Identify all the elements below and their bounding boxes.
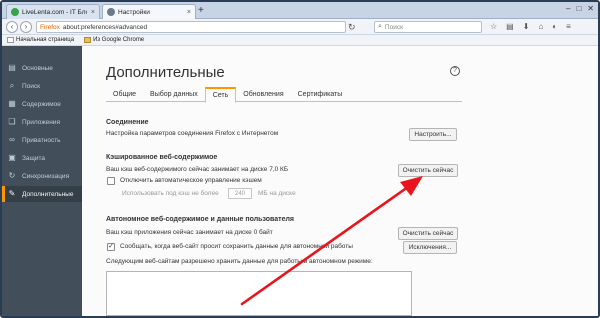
page-icon	[7, 37, 14, 43]
search-placeholder: Поиск	[384, 23, 403, 31]
advanced-icon: ✎	[8, 189, 16, 198]
tab-certificates[interactable]: Сертификаты	[291, 87, 350, 102]
toolbar-icons: ☆ ▤ ⬇ ⌂ ◐ ≡	[490, 22, 571, 31]
reading-list-icon[interactable]: ▤	[506, 22, 514, 31]
preferences-sidebar: ▤ Основные ⌕ Поиск ▦ Содержимое ❏ Прилож…	[2, 46, 82, 316]
download-icon[interactable]: ⬇	[523, 22, 530, 31]
bookmarks-toolbar: Начальная страница Из Google Chrome	[2, 35, 598, 46]
close-tab-icon[interactable]: ×	[87, 9, 95, 16]
back-icon[interactable]: ‹	[6, 21, 18, 33]
tab-label: Настройки	[118, 8, 150, 16]
sidebar-item-label: Содержимое	[22, 100, 61, 108]
close-tab-icon[interactable]: ×	[183, 9, 191, 16]
tab-general[interactable]: Общие	[106, 87, 143, 102]
home-icon[interactable]: ⌂	[538, 22, 543, 31]
sidebar-item-label: Приложения	[22, 118, 61, 126]
cache-limit-unit: МБ на диске	[258, 190, 296, 197]
sidebar-item-privacy[interactable]: ∞ Приватность	[2, 132, 82, 148]
minimize-icon[interactable]: –	[566, 4, 570, 13]
site-favicon-icon	[11, 8, 19, 16]
tab-network[interactable]: Сеть	[204, 87, 237, 103]
bookmark-from-chrome[interactable]: Из Google Chrome	[84, 37, 144, 43]
firefox-brand-label: Firefox	[40, 23, 60, 31]
sidebar-item-content[interactable]: ▦ Содержимое	[2, 96, 82, 112]
pocket-icon[interactable]: ◐	[552, 22, 557, 31]
offline-sites-list[interactable]	[106, 271, 412, 316]
sidebar-item-search[interactable]: ⌕ Поиск	[2, 78, 82, 94]
navigation-bar: ‹ › Firefox about:preferences#advanced ↻…	[2, 19, 598, 35]
override-cache-checkbox[interactable]	[107, 177, 115, 185]
gear-icon	[107, 8, 115, 16]
tab-label: LiveLenta.com - IT Блог о...	[22, 8, 87, 16]
star-icon[interactable]: ☆	[490, 22, 497, 31]
tab-strip: LiveLenta.com - IT Блог о... × Настройки…	[2, 2, 598, 19]
cache-limit-label: Использовать под кэш не более	[122, 190, 219, 197]
advanced-tabs: Общие Выбор данных Сеть Обновления Серти…	[106, 87, 462, 103]
search-icon: ⌕	[9, 81, 15, 90]
notify-offline-checkbox[interactable]: ✓	[107, 243, 115, 251]
clear-cache-button[interactable]: Очистить сейчас	[398, 164, 458, 177]
notify-offline-label: Сообщать, когда веб-сайт просит сохранит…	[120, 243, 353, 250]
tab-data-choices[interactable]: Выбор данных	[143, 87, 205, 102]
general-icon: ▤	[8, 63, 16, 72]
sidebar-item-applications[interactable]: ❏ Приложения	[2, 114, 82, 130]
connection-description: Настройка параметров соединения Firefox …	[106, 130, 279, 137]
override-cache-label: Отключить автоматическое управление кэше…	[120, 177, 262, 184]
connection-heading: Соединение	[106, 119, 149, 126]
maximize-icon[interactable]: □	[576, 4, 581, 13]
privacy-mask-icon: ∞	[9, 135, 15, 144]
bookmark-label: Начальная страница	[16, 37, 75, 43]
tab-livelenta[interactable]: LiveLenta.com - IT Блог о... ×	[6, 4, 100, 19]
offline-heading: Автономное веб-содержимое и данные польз…	[106, 216, 295, 223]
menu-icon[interactable]: ≡	[566, 22, 571, 31]
offline-exceptions-button[interactable]: Исключения...	[403, 241, 457, 254]
reload-icon[interactable]: ↻	[348, 22, 356, 33]
sidebar-item-label: Поиск	[22, 82, 41, 90]
preferences-pane: Дополнительные ? Общие Выбор данных Сеть…	[82, 46, 598, 316]
sync-icon: ↻	[8, 171, 16, 180]
offline-allowed-label: Следующим веб-сайтам разрешено хранить д…	[106, 258, 373, 265]
cache-limit-input[interactable]: 240	[228, 188, 252, 199]
clear-offline-button[interactable]: Очистить сейчас	[398, 227, 458, 240]
search-icon: ⌕	[378, 23, 382, 30]
forward-icon[interactable]: ›	[20, 21, 32, 33]
url-text: about:preferences#advanced	[62, 23, 148, 31]
page-title: Дополнительные	[106, 64, 225, 81]
cache-description: Ваш кэш веб-содержимого сейчас занимает …	[106, 166, 289, 173]
browser-window: LiveLenta.com - IT Блог о... × Настройки…	[0, 0, 600, 318]
sidebar-item-advanced[interactable]: ✎ Дополнительные	[2, 186, 82, 202]
connection-settings-button[interactable]: Настроить...	[409, 128, 457, 141]
sidebar-item-label: Синхронизация	[22, 172, 70, 180]
url-bar[interactable]: Firefox about:preferences#advanced	[36, 21, 346, 33]
lock-icon: ▣	[8, 153, 16, 162]
bookmark-label: Из Google Chrome	[93, 37, 145, 43]
sidebar-item-general[interactable]: ▤ Основные	[2, 60, 82, 76]
close-window-icon[interactable]: ✕	[587, 4, 594, 13]
help-icon[interactable]: ?	[450, 66, 460, 76]
cache-heading: Кэшированное веб-содержимое	[106, 154, 218, 161]
window-controls: – □ ✕	[566, 4, 594, 13]
sidebar-item-label: Приватность	[22, 136, 61, 144]
sidebar-item-sync[interactable]: ↻ Синхронизация	[2, 168, 82, 184]
applications-icon: ❏	[8, 117, 16, 126]
sidebar-item-label: Защита	[22, 154, 46, 162]
offline-description: Ваш кэш приложения сейчас занимает на ди…	[106, 229, 273, 236]
folder-icon	[84, 37, 92, 43]
new-tab-icon[interactable]: +	[198, 5, 204, 16]
sidebar-item-label: Основные	[22, 64, 53, 72]
content-icon: ▦	[8, 99, 16, 108]
sidebar-item-security[interactable]: ▣ Защита	[2, 150, 82, 166]
search-input[interactable]: ⌕ Поиск	[374, 21, 482, 33]
bookmark-start-page[interactable]: Начальная страница	[7, 37, 74, 43]
sidebar-item-label: Дополнительные	[22, 190, 74, 198]
tab-update[interactable]: Обновления	[236, 87, 290, 102]
tab-settings[interactable]: Настройки ×	[102, 4, 196, 19]
